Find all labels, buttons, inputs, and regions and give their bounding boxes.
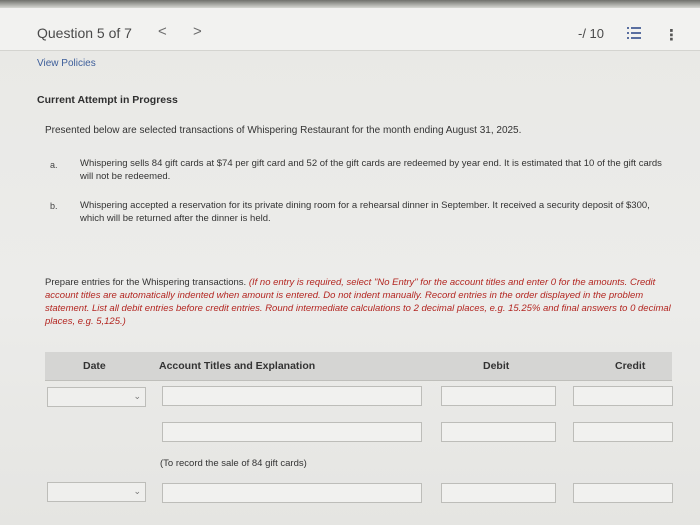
credit-column-header: Credit	[615, 360, 646, 372]
question-header: Question 5 of 7 < > -/ 10 ⋮	[0, 8, 700, 51]
transaction-a-text: Whispering sells 84 gift cards at $74 pe…	[80, 158, 662, 182]
next-question-chevron-icon[interactable]: >	[193, 23, 202, 40]
chevron-down-icon: ⌄	[133, 391, 141, 401]
date-column-header: Date	[83, 360, 106, 372]
date-select[interactable]: ⌄	[47, 387, 146, 407]
item-letter-b: b.	[50, 201, 58, 211]
question-counter: Question 5 of 7	[37, 25, 132, 41]
chevron-down-icon: ⌄	[133, 486, 141, 496]
credit-amount-input[interactable]	[573, 386, 673, 406]
question-list-icon[interactable]	[627, 27, 641, 39]
instructions-text: Prepare entries for the Whispering trans…	[45, 277, 249, 288]
date-select[interactable]: ⌄	[47, 482, 146, 502]
previous-question-chevron-icon[interactable]: <	[158, 23, 167, 40]
account-column-header: Account Titles and Explanation	[159, 360, 316, 372]
account-title-input[interactable]	[162, 422, 422, 442]
question-score: -/ 10	[578, 26, 605, 41]
account-title-input[interactable]	[162, 483, 422, 503]
more-options-icon[interactable]: ⋮	[664, 26, 679, 44]
debit-column-header: Debit	[483, 360, 510, 372]
debit-amount-input[interactable]	[441, 483, 556, 503]
credit-amount-input[interactable]	[573, 422, 673, 442]
entry-explanation: (To record the sale of 84 gift cards)	[160, 458, 307, 469]
journal-table-header: Date Account Titles and Explanation Debi…	[45, 352, 672, 381]
debit-amount-input[interactable]	[441, 386, 556, 406]
view-policies-link[interactable]: View Policies	[37, 58, 96, 69]
instructions: Prepare entries for the Whispering trans…	[45, 276, 675, 328]
account-title-input[interactable]	[162, 386, 422, 406]
debit-amount-input[interactable]	[441, 422, 556, 442]
problem-intro: Presented below are selected transaction…	[45, 125, 522, 136]
attempt-status: Current Attempt in Progress	[37, 94, 178, 106]
credit-amount-input[interactable]	[573, 483, 673, 503]
transaction-b-text: Whispering accepted a reservation for it…	[80, 200, 650, 224]
item-letter-a: a.	[50, 160, 58, 170]
